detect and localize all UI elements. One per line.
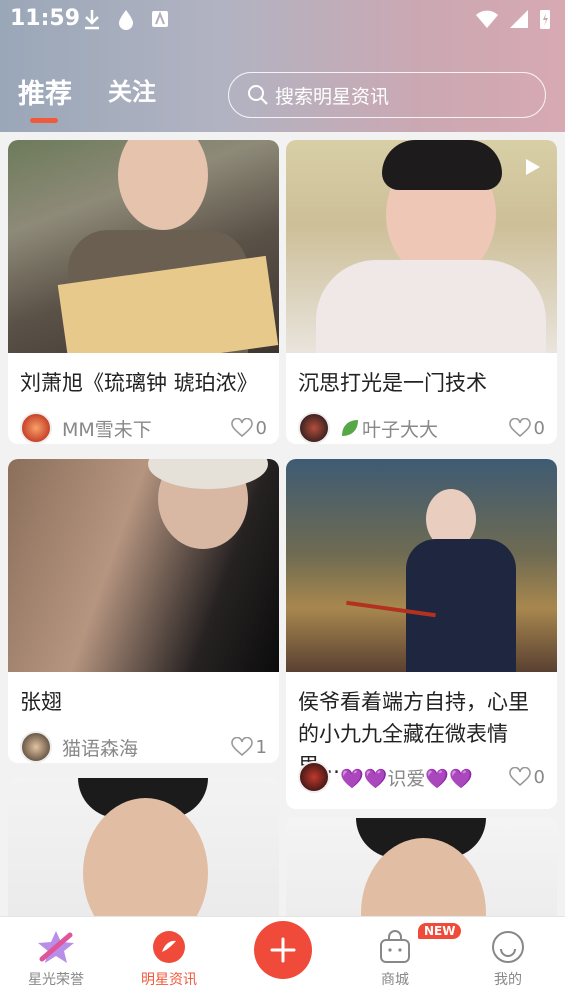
notification-icons	[82, 8, 170, 30]
play-icon	[526, 159, 540, 175]
heart-icon	[230, 737, 253, 757]
like-count: 1	[255, 736, 267, 758]
hoodie-shape	[316, 260, 546, 353]
like-button[interactable]: 0	[508, 766, 545, 788]
bottom-navigation: 星光荣誉 明星资讯 商城 NEW 我的	[0, 916, 565, 1004]
author-name[interactable]: 💜💜识爱💜💜	[340, 764, 509, 791]
like-count: 0	[533, 417, 545, 439]
nav-label: 我的	[494, 972, 522, 988]
feed-tabs: 推荐 关注	[18, 72, 156, 123]
news-icon	[153, 931, 185, 963]
drop-icon	[119, 10, 133, 30]
signal-icon	[510, 10, 528, 28]
card-meta: 猫语森海 1	[8, 718, 279, 763]
shopping-bag-icon	[380, 930, 410, 963]
portrait-shape	[83, 798, 208, 916]
status-bar: 11:59	[0, 0, 565, 40]
battery-icon	[540, 10, 550, 29]
author-name[interactable]: 叶子大大	[362, 415, 509, 442]
search-placeholder: 搜索明星资讯	[275, 85, 390, 108]
avatar[interactable]	[298, 761, 330, 793]
like-button[interactable]: 0	[230, 417, 267, 439]
star-icon	[38, 931, 74, 963]
feed-grid[interactable]: 刘萧旭《琉璃钟 琥珀浓》 MM雪未下 0 沉思打光是一门技术 叶子大大 0 张翅…	[0, 132, 565, 916]
author-name[interactable]: 猫语森海	[62, 734, 231, 761]
avatar[interactable]	[298, 412, 330, 444]
card-meta: 叶子大大 0	[286, 399, 557, 444]
publish-button[interactable]	[254, 921, 312, 979]
card-photo[interactable]	[8, 778, 279, 916]
nav-label: 明星资讯	[141, 972, 197, 988]
heart-icon	[508, 418, 531, 438]
card-title[interactable]: 刘萧旭《琉璃钟 琥珀浓》	[8, 353, 279, 399]
plus-icon	[270, 937, 296, 963]
card-photo[interactable]	[286, 818, 557, 916]
leaf-icon	[342, 420, 358, 436]
tab-recommend[interactable]: 推荐	[18, 72, 72, 123]
avatar[interactable]	[20, 412, 52, 444]
nav-star-honor[interactable]: 星光荣誉	[0, 917, 112, 1004]
nav-label: 星光荣誉	[28, 972, 84, 988]
like-count: 0	[533, 766, 545, 788]
feed-card[interactable]	[286, 818, 557, 916]
feed-card[interactable]	[8, 778, 279, 916]
tab-following[interactable]: 关注	[108, 72, 156, 111]
search-input[interactable]: 搜索明星资讯	[228, 72, 546, 118]
card-photo[interactable]	[286, 140, 557, 353]
avatar[interactable]	[20, 731, 52, 763]
nav-label: 商城	[381, 972, 409, 988]
feed-card[interactable]: 张翅 猫语森海 1	[8, 459, 279, 763]
feed-card[interactable]: 沉思打光是一门技术 叶子大大 0	[286, 140, 557, 444]
system-icons	[475, 8, 551, 30]
card-title[interactable]: 侯爷看着端方自持，心里的小九九全藏在微表情里…	[286, 672, 557, 778]
card-photo[interactable]	[286, 459, 557, 672]
heart-icon	[508, 767, 531, 787]
card-title[interactable]: 沉思打光是一门技术	[286, 353, 557, 399]
hair-shape	[382, 140, 502, 190]
card-meta: MM雪未下 0	[8, 399, 279, 444]
like-button[interactable]: 1	[230, 736, 267, 758]
card-photo[interactable]	[8, 140, 279, 353]
profile-icon	[492, 931, 524, 963]
app-a-icon	[152, 11, 168, 27]
card-photo[interactable]	[8, 459, 279, 672]
robe-shape	[406, 539, 516, 672]
like-button[interactable]: 0	[508, 417, 545, 439]
top-header: 11:59 推荐 关注 搜索明星资讯	[0, 0, 565, 132]
portrait-shape	[118, 140, 208, 230]
status-time: 11:59	[10, 6, 81, 31]
heart-icon	[230, 418, 253, 438]
card-title[interactable]: 张翅	[8, 672, 279, 718]
author-name[interactable]: MM雪未下	[62, 415, 231, 442]
nav-star-news[interactable]: 明星资讯	[113, 917, 225, 1004]
feed-card[interactable]: 刘萧旭《琉璃钟 琥珀浓》 MM雪未下 0	[8, 140, 279, 444]
nav-profile[interactable]: 我的	[452, 917, 564, 1004]
like-count: 0	[255, 417, 267, 439]
wifi-icon	[476, 10, 498, 28]
search-icon	[248, 85, 268, 105]
download-icon	[85, 10, 99, 30]
feed-card[interactable]: 侯爷看着端方自持，心里的小九九全藏在微表情里… 💜💜识爱💜💜 0	[286, 459, 557, 809]
